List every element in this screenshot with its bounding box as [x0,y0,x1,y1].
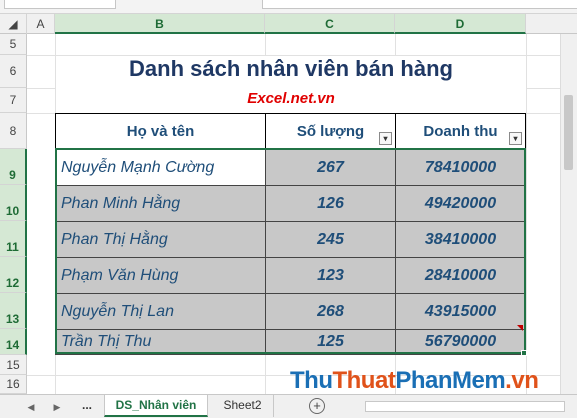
gridline [265,34,266,56]
fill-handle[interactable] [521,350,527,356]
header-quantity[interactable]: Số lượng ▾ [265,113,396,149]
vertical-scrollbar[interactable] [560,34,577,394]
name-box[interactable] [4,0,116,9]
cell-quantity[interactable]: 267 [265,149,396,186]
horizontal-scrollbar[interactable] [365,401,565,412]
cell-quantity[interactable]: 126 [265,185,396,222]
cell-quantity[interactable]: 125 [265,329,396,355]
prev-sheet-icon[interactable]: ◀ [24,395,38,419]
gridline [395,34,396,56]
select-all-corner[interactable]: ◢ [0,14,27,34]
cell-name[interactable]: Nguyễn Mạnh Cường [55,149,266,186]
watermark-logo: ThuThuatPhanMem.vn [290,367,539,394]
cell-quantity[interactable]: 123 [265,257,396,294]
tab-ds-nhan-vien[interactable]: DS_Nhân viên [104,395,208,417]
column-header-c[interactable]: C [265,14,395,34]
row-header-9[interactable]: 9 [0,149,27,185]
column-header-e[interactable] [526,14,560,34]
sheet-tab-bar: ◀ ▶ ... DS_Nhân viên Sheet2 + [0,394,577,418]
cell-quantity[interactable]: 245 [265,221,396,258]
row-header-16[interactable]: 16 [0,375,27,394]
column-header-bar: ◢ A B C D [0,14,577,34]
cell-quantity[interactable]: 268 [265,293,396,330]
employee-table: Họ và tên Số lượng ▾ Doanh thu ▾ Nguyễn … [55,113,526,355]
cell-revenue[interactable]: 78410000 [395,149,526,186]
header-revenue[interactable]: Doanh thu ▾ [395,113,526,149]
comment-indicator [517,325,523,331]
add-sheet-icon[interactable]: + [309,398,325,414]
row-header-5[interactable]: 5 [0,34,27,55]
row-header-8[interactable]: 8 [0,113,27,149]
sheet-title: Danh sách nhân viên bán hàng [129,56,453,81]
row-header-6[interactable]: 6 [0,55,27,88]
vertical-scroll-thumb[interactable] [564,95,573,170]
filter-dropdown-icon[interactable]: ▾ [379,132,392,145]
formula-bar-strip [0,0,577,14]
sheet-subtitle: Excel.net.vn [247,90,335,107]
cell-name[interactable]: Phan Thị Hằng [55,221,266,258]
row-header-13[interactable]: 13 [0,293,27,329]
row-header-15[interactable]: 15 [0,355,27,375]
row-header-14[interactable]: 14 [0,329,27,355]
row-header-11[interactable]: 11 [0,221,27,257]
cell-name[interactable]: Phạm Văn Hùng [55,257,266,294]
row-header-7[interactable]: 7 [0,88,27,113]
cell-name[interactable]: Phan Minh Hằng [55,185,266,222]
cell-revenue[interactable]: 49420000 [395,185,526,222]
cell-revenue[interactable]: 56790000 [395,329,526,355]
column-header-b[interactable]: B [55,14,265,34]
tab-sheet2[interactable]: Sheet2 [212,395,274,417]
more-sheets-button[interactable]: ... [72,395,102,417]
cell-revenue[interactable]: 43915000 [395,293,526,330]
gridline [27,88,55,89]
cell-name[interactable]: Trần Thị Thu [55,329,266,355]
column-header-d[interactable]: D [395,14,526,34]
cell-revenue[interactable]: 28410000 [395,257,526,294]
row-header-10[interactable]: 10 [0,185,27,221]
cell-revenue[interactable]: 38410000 [395,221,526,258]
gridline [526,88,560,89]
column-header-a[interactable]: A [27,14,55,34]
cell-name[interactable]: Nguyễn Thị Lan [55,293,266,330]
filter-dropdown-icon[interactable]: ▾ [509,132,522,145]
next-sheet-icon[interactable]: ▶ [50,395,64,419]
header-name[interactable]: Họ và tên [55,113,266,149]
row-header-12[interactable]: 12 [0,257,27,293]
formula-input[interactable] [262,0,577,9]
